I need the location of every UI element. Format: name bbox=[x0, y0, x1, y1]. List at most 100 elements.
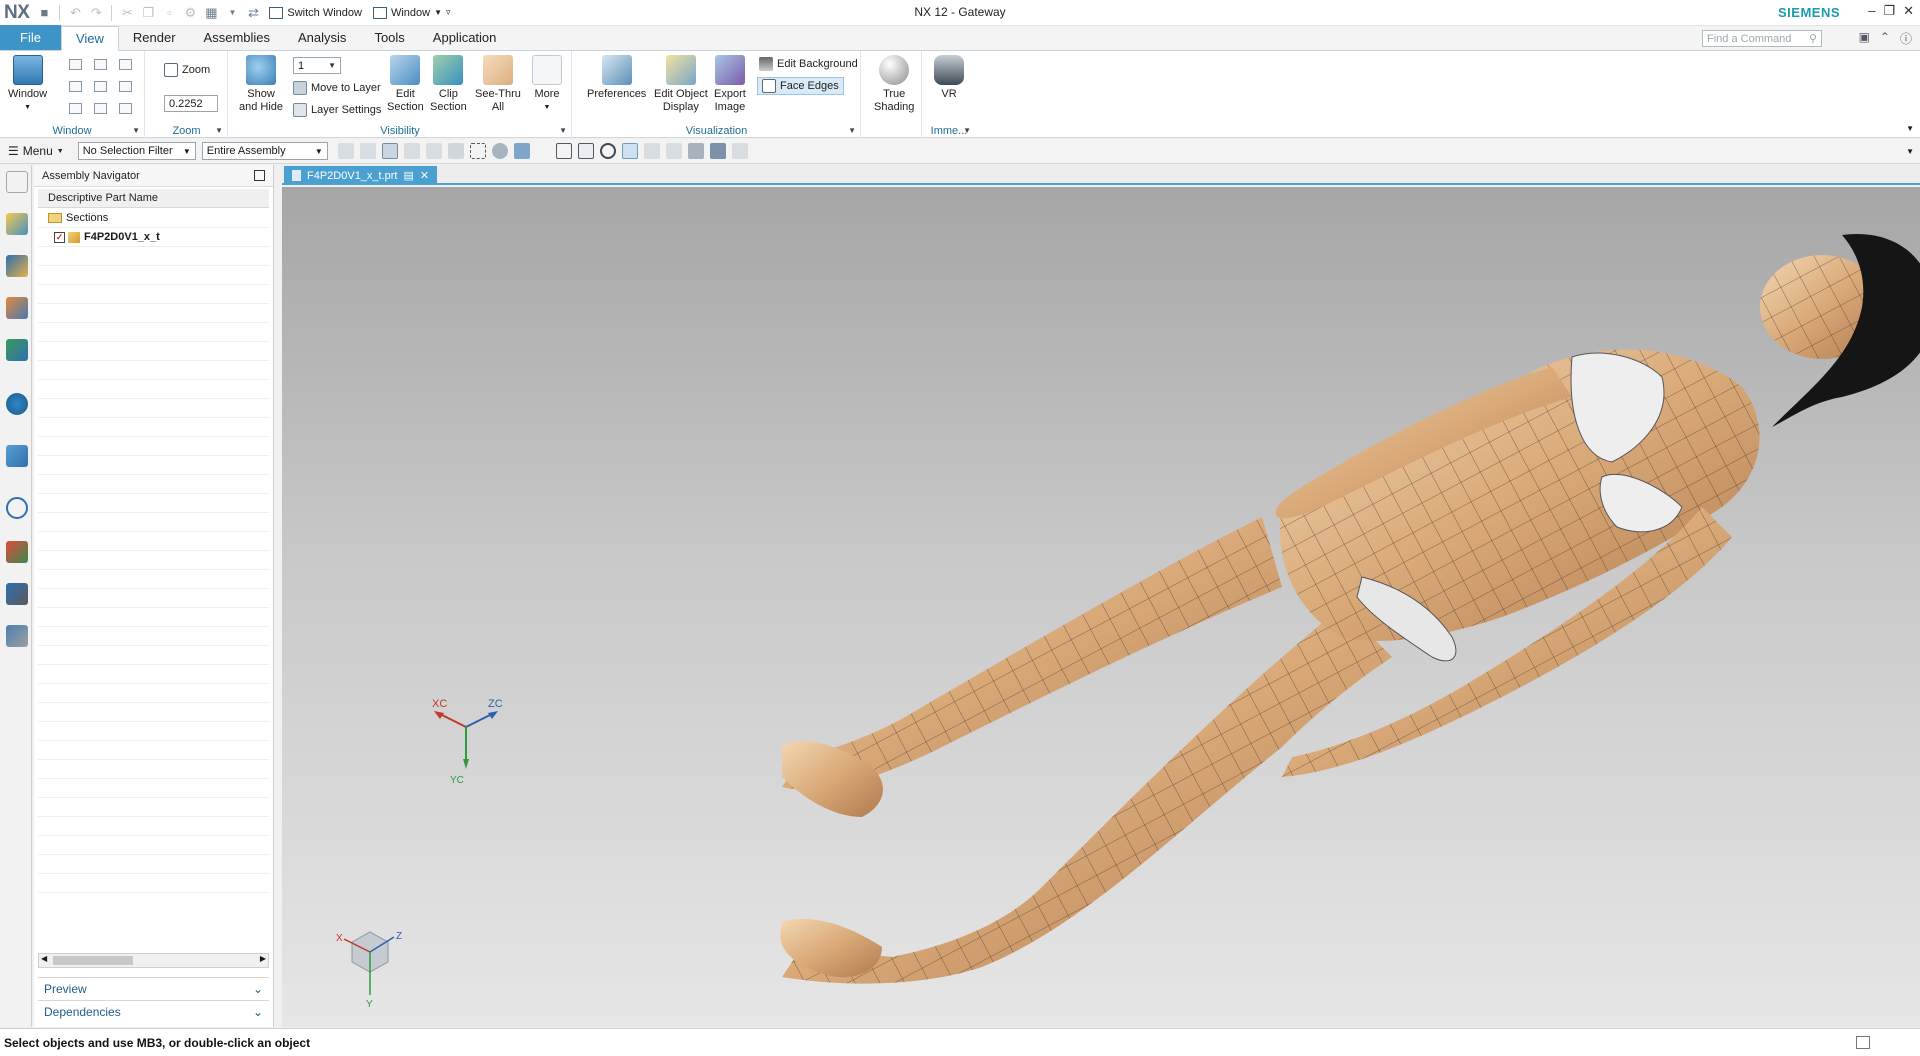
view-triad[interactable]: X Z Y bbox=[336, 931, 402, 1010]
work-layer-icon[interactable] bbox=[687, 143, 704, 159]
assembly-navigator-icon[interactable] bbox=[6, 213, 28, 235]
paste-icon[interactable]: ▫ bbox=[160, 4, 178, 22]
layout-top-split-icon[interactable] bbox=[69, 103, 82, 114]
vr-button[interactable]: VR bbox=[934, 55, 964, 101]
find-command-input[interactable]: Find a Command ⚲ bbox=[1702, 30, 1822, 47]
save-icon[interactable]: ■ bbox=[35, 4, 53, 22]
layout-left-split-icon[interactable] bbox=[94, 81, 107, 92]
system-materials-icon[interactable] bbox=[6, 625, 28, 647]
repeat-command-icon[interactable]: ⚙ bbox=[181, 4, 199, 22]
scroll-right-icon[interactable]: ▶ bbox=[260, 954, 266, 963]
tree-row-part[interactable]: ✓ F4P2D0V1_x_t bbox=[38, 228, 269, 247]
edit-background-button[interactable]: Edit Background bbox=[759, 57, 858, 71]
preferences-button[interactable]: Preferences bbox=[587, 55, 646, 101]
copy-icon[interactable]: ❐ bbox=[139, 4, 157, 22]
layer-settings-button[interactable]: Layer Settings bbox=[293, 103, 381, 117]
true-shading-button[interactable]: True Shading bbox=[874, 55, 914, 114]
process-studio-icon[interactable] bbox=[6, 541, 28, 563]
face-edges-button[interactable]: Face Edges bbox=[757, 77, 844, 95]
ribbon-expand-icon[interactable]: ▼ bbox=[1906, 124, 1914, 133]
snap-view-icon[interactable] bbox=[731, 143, 748, 159]
redo-icon[interactable]: ↷ bbox=[87, 4, 105, 22]
layout-quad-icon[interactable] bbox=[69, 81, 82, 92]
see-thru-all-button[interactable]: See-Thru All bbox=[475, 55, 521, 114]
chevron-down-icon[interactable]: ▼ bbox=[132, 126, 140, 135]
rendering-style-icon[interactable] bbox=[665, 143, 682, 159]
part-navigator-icon[interactable] bbox=[6, 297, 28, 319]
move-to-layer-button[interactable]: Move to Layer bbox=[293, 81, 381, 95]
shaded-icon[interactable] bbox=[709, 143, 726, 159]
view-cube-icon[interactable] bbox=[513, 143, 530, 159]
maximize-icon[interactable] bbox=[254, 170, 265, 181]
restore-icon[interactable]: ❐ bbox=[1883, 3, 1895, 19]
rotate-icon[interactable] bbox=[599, 143, 616, 159]
chevron-down-icon[interactable]: ▼ bbox=[559, 126, 567, 135]
chevron-down-icon[interactable]: ▼ bbox=[848, 126, 856, 135]
close-icon[interactable]: ✕ bbox=[420, 169, 429, 182]
tab-render[interactable]: Render bbox=[119, 25, 190, 50]
gear-icon[interactable] bbox=[6, 171, 28, 193]
chevron-down-icon[interactable]: ▼ bbox=[223, 4, 241, 22]
switch-window-button[interactable]: Switch Window bbox=[265, 6, 366, 19]
fit-icon[interactable] bbox=[555, 143, 572, 159]
layout-right-split-icon[interactable] bbox=[119, 81, 132, 92]
graphics-window[interactable]: XC ZC YC X Z Y bbox=[282, 187, 1920, 1027]
document-tab[interactable]: F4P2D0V1_x_t.prt ▤ ✕ bbox=[284, 166, 438, 185]
undo-icon[interactable]: ↶ bbox=[66, 4, 84, 22]
menu-button[interactable]: ☰ Menu ▼ bbox=[0, 144, 72, 158]
rectangle-select-icon[interactable] bbox=[469, 143, 486, 159]
minimize-icon[interactable]: ‒ bbox=[1868, 3, 1875, 19]
scope-select[interactable]: Entire Assembly ▼ bbox=[201, 142, 328, 160]
tab-file[interactable]: File bbox=[0, 25, 61, 50]
web-browser-icon[interactable] bbox=[6, 445, 28, 467]
layout-vertical-icon[interactable] bbox=[94, 59, 107, 70]
cut-icon[interactable]: ✂ bbox=[118, 4, 136, 22]
deselect-icon[interactable] bbox=[403, 143, 420, 159]
clip-section-button[interactable]: Clip Section bbox=[430, 55, 467, 114]
more-button[interactable]: More ▼ bbox=[532, 55, 562, 114]
navigator-column-header[interactable]: Descriptive Part Name bbox=[38, 189, 269, 208]
pan-icon[interactable] bbox=[621, 143, 638, 159]
layout-horizontal-icon[interactable] bbox=[119, 59, 132, 70]
human-model[interactable] bbox=[780, 234, 1920, 984]
zoom-scale-input[interactable]: 0.2252 bbox=[164, 95, 218, 112]
switch-icon[interactable]: ⇄ bbox=[244, 4, 262, 22]
snap-point-icon[interactable] bbox=[359, 143, 376, 159]
window-menu-button[interactable]: Window ▼ ▿ bbox=[369, 6, 455, 19]
reuse-library-icon[interactable] bbox=[6, 339, 28, 361]
dependencies-section[interactable]: Dependencies ⌄ bbox=[38, 1000, 269, 1022]
export-image-button[interactable]: Export Image bbox=[714, 55, 746, 114]
chevron-down-icon[interactable]: ▼ bbox=[963, 126, 971, 135]
collapse-ribbon-icon[interactable]: ⌃ bbox=[1880, 30, 1890, 47]
command-bar-expand-icon[interactable]: ▼ bbox=[1906, 147, 1914, 156]
layout-six-icon[interactable] bbox=[119, 103, 132, 114]
layer-select[interactable]: 1 ▼ bbox=[293, 57, 341, 74]
chevron-down-icon[interactable]: ▼ bbox=[215, 126, 223, 135]
edit-section-button[interactable]: Edit Section bbox=[387, 55, 424, 114]
undock-icon[interactable]: ▤ bbox=[404, 169, 414, 182]
feature-select-icon[interactable] bbox=[447, 143, 464, 159]
tab-analysis[interactable]: Analysis bbox=[284, 25, 360, 50]
edit-object-display-button[interactable]: Edit Object Display bbox=[654, 55, 708, 114]
constraint-navigator-icon[interactable] bbox=[6, 255, 28, 277]
quick-pick-icon[interactable] bbox=[425, 143, 442, 159]
selection-filter-select[interactable]: No Selection Filter ▼ bbox=[77, 142, 196, 160]
checkbox-icon[interactable]: ✓ bbox=[54, 231, 65, 243]
tab-tools[interactable]: Tools bbox=[360, 25, 418, 50]
zoom-button[interactable]: Zoom bbox=[164, 63, 210, 77]
navigator-horizontal-scrollbar[interactable]: ◀ ▶ bbox=[38, 953, 269, 968]
scrollbar-thumb[interactable] bbox=[53, 956, 133, 965]
ribbon-options-icon[interactable]: ▣ bbox=[1859, 30, 1870, 47]
preview-section[interactable]: Preview ⌄ bbox=[38, 977, 269, 999]
roles-icon[interactable] bbox=[6, 583, 28, 605]
tab-view[interactable]: View bbox=[60, 26, 119, 51]
scroll-left-icon[interactable]: ◀ bbox=[41, 954, 47, 963]
layout-single-icon[interactable] bbox=[69, 59, 82, 70]
info-icon[interactable] bbox=[6, 393, 28, 415]
layout-bottom-split-icon[interactable] bbox=[94, 103, 107, 114]
window-button[interactable]: Window ▼ bbox=[8, 55, 47, 114]
help-icon[interactable]: ⓘ bbox=[1900, 30, 1912, 47]
zoom-window-icon[interactable] bbox=[577, 143, 594, 159]
close-icon[interactable]: ✕ bbox=[1903, 3, 1914, 19]
select-all-icon[interactable] bbox=[381, 143, 398, 159]
